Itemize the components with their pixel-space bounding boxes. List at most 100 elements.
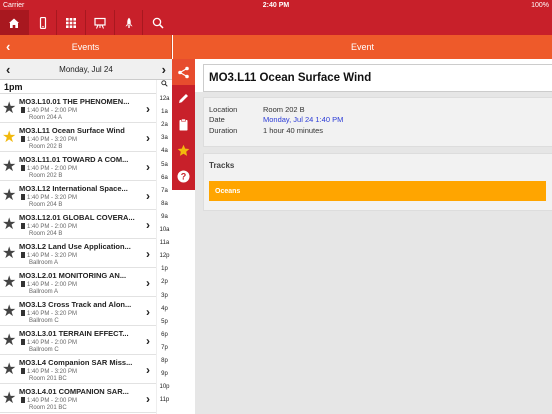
- clipboard-icon: [21, 223, 25, 229]
- location-row: Location Room 202 B: [209, 104, 547, 115]
- favorite-star-icon[interactable]: ★: [2, 333, 16, 349]
- event-item-time: 1:40 PM - 2:00 PM: [27, 108, 78, 114]
- back-chevron-icon[interactable]: ‹: [6, 39, 10, 54]
- favorite-star-icon[interactable]: ★: [2, 188, 16, 204]
- chevron-right-icon[interactable]: ›: [146, 247, 150, 261]
- rocket-icon[interactable]: [115, 10, 144, 35]
- event-item-time-row: 1:40 PM - 3:20 PM: [19, 252, 156, 260]
- time-index-entry[interactable]: 12p: [157, 250, 172, 263]
- time-index-entry[interactable]: 11p: [157, 394, 172, 407]
- star-icon[interactable]: [172, 137, 195, 163]
- chevron-right-icon[interactable]: ›: [146, 363, 150, 377]
- event-item-title: MO3.L12.01 GLOBAL COVERA...: [19, 213, 135, 222]
- clipboard-icon: [21, 194, 25, 200]
- event-item-title: MO3.L10.01 THE PHENOMEN...: [19, 97, 130, 106]
- time-index-entry[interactable]: 4p: [157, 303, 172, 316]
- favorite-star-icon[interactable]: ★: [2, 130, 16, 146]
- event-list-item[interactable]: ★ MO3.L4 Companion SAR Miss... 1:40 PM - 3…: [0, 355, 156, 384]
- search-icon[interactable]: [143, 10, 172, 35]
- favorite-star-icon[interactable]: ★: [2, 275, 16, 291]
- day-label: Monday, Jul 24: [59, 64, 113, 74]
- time-index-entry[interactable]: 9a: [157, 211, 172, 224]
- favorite-star-icon[interactable]: ★: [2, 362, 16, 378]
- time-index-entry[interactable]: 5p: [157, 316, 172, 329]
- event-list-item[interactable]: ★ MO3.L3 Cross Track and Alon... 1:40 PM -…: [0, 297, 156, 326]
- time-index-entry[interactable]: 2p: [157, 276, 172, 289]
- events-list: ★ MO3.L10.01 THE PHENOMEN... 1:40 PM - 2:0…: [0, 94, 156, 414]
- time-index-entry[interactable]: 6a: [157, 172, 172, 185]
- svg-text:?: ?: [181, 171, 187, 181]
- event-list-item[interactable]: ★ MO3.L3.01 TERRAIN EFFECT... 1:40 PM - 2:…: [0, 326, 156, 355]
- clipboard-icon: [21, 107, 25, 113]
- chevron-right-icon[interactable]: ›: [146, 334, 150, 348]
- time-index-entry[interactable]: 1p: [157, 263, 172, 276]
- phone-icon[interactable]: [29, 10, 58, 35]
- clipboard-icon: [21, 397, 25, 403]
- chevron-right-icon[interactable]: ›: [146, 305, 150, 319]
- event-list-item[interactable]: ★ MO3.L10.01 THE PHENOMEN... 1:40 PM - 2:0…: [0, 94, 156, 123]
- time-index-entry[interactable]: 6p: [157, 329, 172, 342]
- chevron-right-icon[interactable]: ›: [146, 160, 150, 174]
- time-index-entry[interactable]: 11a: [157, 237, 172, 250]
- event-list-item[interactable]: ★ MO3.L2.01 MONITORING AN... 1:40 PM - 2:0…: [0, 268, 156, 297]
- time-index-entry[interactable]: 12a: [157, 93, 172, 106]
- time-index-entry[interactable]: 3p: [157, 290, 172, 303]
- time-index-entry[interactable]: 9p: [157, 368, 172, 381]
- chevron-right-icon[interactable]: ›: [146, 218, 150, 232]
- event-item-time-row: 1:40 PM - 2:00 PM: [19, 397, 156, 405]
- event-list-item[interactable]: ★ MO3.L4.01 COMPANION SAR... 1:40 PM - 2:0…: [0, 384, 156, 413]
- favorite-star-icon[interactable]: ★: [2, 217, 16, 233]
- chevron-right-icon[interactable]: ›: [146, 392, 150, 406]
- favorite-star-icon[interactable]: ★: [2, 391, 16, 407]
- event-list-item[interactable]: ★ MO3.L12.01 GLOBAL COVERA... 1:40 PM - 2:…: [0, 210, 156, 239]
- time-index-entry[interactable]: 4a: [157, 145, 172, 158]
- favorite-star-icon[interactable]: ★: [2, 246, 16, 262]
- event-item-time-row: 1:40 PM - 2:00 PM: [19, 223, 156, 231]
- event-item-title: MO3.L3 Cross Track and Alon...: [19, 300, 132, 309]
- time-index-entry[interactable]: 8a: [157, 198, 172, 211]
- event-list-item[interactable]: ★ MO3.L12 International Space... 1:40 PM -…: [0, 181, 156, 210]
- time-index-entry[interactable]: 8p: [157, 355, 172, 368]
- share-icon[interactable]: [172, 59, 195, 85]
- chevron-right-icon[interactable]: ›: [146, 131, 150, 145]
- time-index-bar[interactable]: 12a 1a 2a 3a 4a 5a 6a 7a 8a 9a 10a 11a 12p 1p 2p 3p 4p 5p…: [156, 80, 172, 414]
- clipboard-icon[interactable]: [172, 111, 195, 137]
- pencil-icon[interactable]: [172, 85, 195, 111]
- event-item-time: 1:40 PM - 2:00 PM: [27, 340, 78, 346]
- clipboard-icon: [21, 165, 25, 171]
- event-item-title: MO3.L4.01 COMPANION SAR...: [19, 387, 129, 396]
- event-item-room: Room 204 B: [29, 231, 63, 237]
- track-chip[interactable]: Oceans: [209, 181, 546, 201]
- event-item-room: Room 202 B: [29, 144, 63, 150]
- time-index-entry[interactable]: 10p: [157, 381, 172, 394]
- presentation-icon[interactable]: [86, 10, 115, 35]
- time-index-entry[interactable]: 3a: [157, 132, 172, 145]
- chevron-right-icon[interactable]: ›: [146, 276, 150, 290]
- previous-day-chevron-icon[interactable]: ‹: [6, 62, 10, 77]
- index-search-icon[interactable]: [157, 80, 172, 93]
- time-index-entry[interactable]: 5a: [157, 159, 172, 172]
- favorite-star-icon[interactable]: ★: [2, 304, 16, 320]
- duration-row: Duration 1 hour 40 minutes: [209, 125, 547, 136]
- event-list-item[interactable]: ★ MO3.L2 Land Use Application... 1:40 PM -…: [0, 239, 156, 268]
- chevron-right-icon[interactable]: ›: [146, 189, 150, 203]
- time-index-entry[interactable]: 10a: [157, 224, 172, 237]
- event-item-room: Room 201 BC: [29, 405, 67, 411]
- event-item-title: MO3.L2 Land Use Application...: [19, 242, 131, 251]
- time-index-entry[interactable]: 7a: [157, 185, 172, 198]
- day-navigator: ‹ Monday, Jul 24 ›: [0, 59, 172, 80]
- favorite-star-icon[interactable]: ★: [2, 159, 16, 175]
- time-index-entry[interactable]: 2a: [157, 119, 172, 132]
- clipboard-icon: [21, 252, 25, 258]
- chevron-right-icon[interactable]: ›: [146, 102, 150, 116]
- grid-icon[interactable]: [57, 10, 87, 35]
- favorite-star-icon[interactable]: ★: [2, 101, 16, 117]
- time-index-entry[interactable]: 1a: [157, 106, 172, 119]
- time-index-entry[interactable]: 7p: [157, 342, 172, 355]
- next-day-chevron-icon[interactable]: ›: [162, 62, 166, 77]
- event-list-item[interactable]: ★ MO3.L11.01 TOWARD A COM... 1:40 PM - 2:0…: [0, 152, 156, 181]
- event-list-item[interactable]: ★ MO3.L11 Ocean Surface Wind 1:40 PM - 3:2…: [0, 123, 156, 152]
- date-link[interactable]: Monday, Jul 24 1:40 PM: [263, 115, 343, 124]
- home-icon[interactable]: [0, 10, 29, 35]
- help-icon[interactable]: ?: [172, 163, 195, 189]
